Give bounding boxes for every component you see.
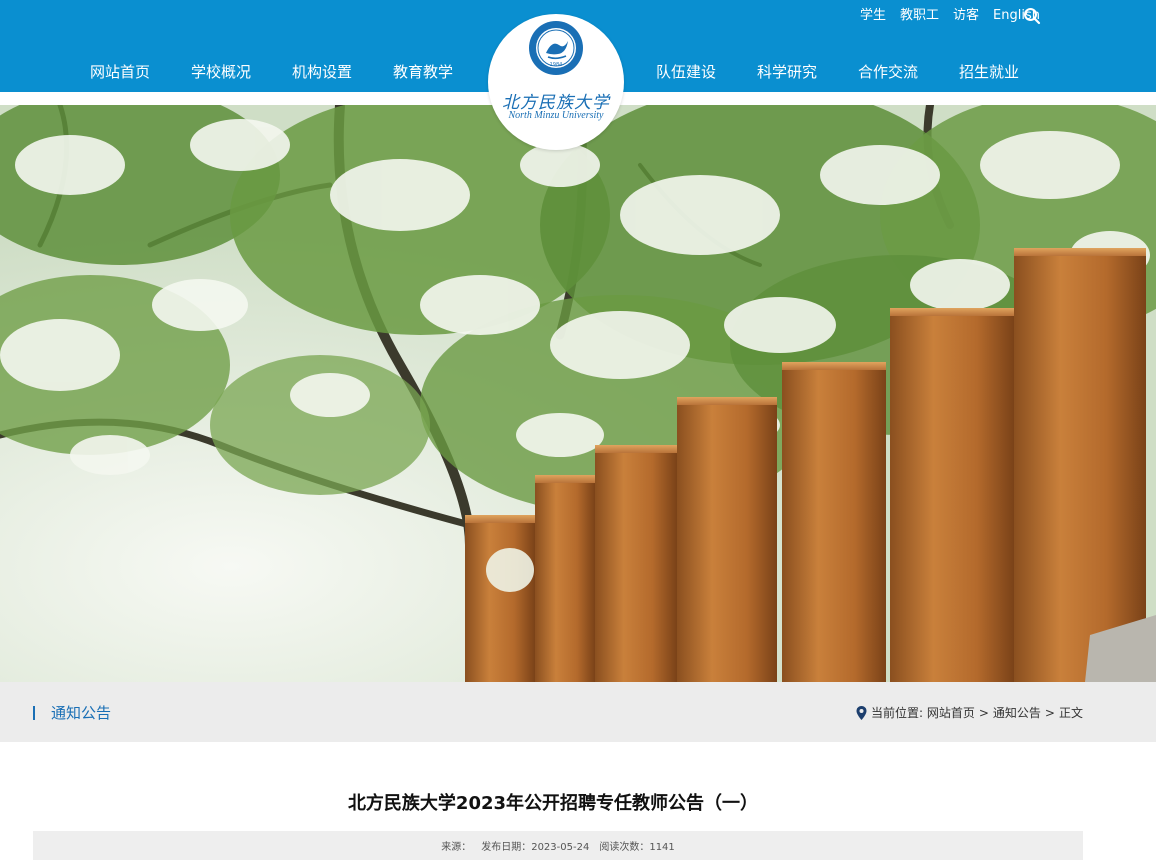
logo-english-name: North Minzu University bbox=[508, 110, 604, 121]
main-nav-left: 网站首页 学校概况 机构设置 教育教学 bbox=[90, 60, 494, 84]
section-marker bbox=[33, 706, 35, 720]
location-pin-icon bbox=[856, 705, 867, 720]
university-logo[interactable]: 1984 北方民族大学 North Minzu University bbox=[488, 14, 624, 150]
top-link-staff[interactable]: 教职工 bbox=[900, 7, 939, 25]
blossom-fence-photo bbox=[0, 105, 1156, 682]
meta-date: 发布日期：2023-05-24 bbox=[481, 838, 589, 853]
article-title: 北方民族大学2023年公开招聘专任教师公告（一） bbox=[347, 793, 759, 814]
breadcrumb-bar: 通知公告 当前位置: 网站首页 > 通知公告 > 正文 bbox=[0, 682, 1156, 742]
meta-source-label: 来源： bbox=[441, 842, 472, 853]
meta-views-value: 1141 bbox=[649, 842, 675, 853]
section-title: 通知公告 bbox=[51, 704, 112, 722]
meta-date-label: 发布日期： bbox=[481, 842, 532, 853]
meta-views: 阅读次数：1141 bbox=[599, 838, 674, 853]
meta-views-label: 阅读次数： bbox=[599, 842, 650, 853]
nav-organization[interactable]: 机构设置 bbox=[292, 60, 352, 84]
nav-home[interactable]: 网站首页 bbox=[90, 60, 150, 84]
article-meta: 来源： 发布日期：2023-05-24 阅读次数：1141 bbox=[33, 831, 1083, 860]
top-link-visitor[interactable]: 访客 bbox=[953, 7, 979, 25]
nav-admissions[interactable]: 招生就业 bbox=[959, 60, 1019, 84]
university-seal-icon: 1984 bbox=[529, 21, 583, 75]
hero-banner bbox=[0, 105, 1156, 682]
search-icon[interactable] bbox=[1023, 7, 1041, 25]
breadcrumb-home[interactable]: 网站首页 bbox=[927, 704, 975, 721]
meta-date-value: 2023-05-24 bbox=[531, 842, 590, 853]
top-links: 学生 教职工 访客 English bbox=[860, 7, 1040, 25]
logo-year: 1984 bbox=[550, 62, 563, 68]
nav-faculty[interactable]: 队伍建设 bbox=[656, 60, 716, 84]
main-nav-right: 队伍建设 科学研究 合作交流 招生就业 bbox=[656, 60, 1060, 84]
nav-cooperation[interactable]: 合作交流 bbox=[858, 60, 918, 84]
breadcrumb-separator: > bbox=[1044, 705, 1055, 720]
breadcrumb: 当前位置: 网站首页 > 通知公告 > 正文 bbox=[856, 704, 1083, 721]
nav-education[interactable]: 教育教学 bbox=[393, 60, 453, 84]
breadcrumb-notices[interactable]: 通知公告 bbox=[993, 704, 1041, 721]
nav-research[interactable]: 科学研究 bbox=[757, 60, 817, 84]
breadcrumb-label: 当前位置: bbox=[870, 706, 923, 720]
nav-about[interactable]: 学校概况 bbox=[191, 60, 251, 84]
breadcrumb-current: 正文 bbox=[1058, 706, 1083, 720]
breadcrumb-separator: > bbox=[978, 705, 989, 720]
top-link-student[interactable]: 学生 bbox=[860, 7, 886, 25]
